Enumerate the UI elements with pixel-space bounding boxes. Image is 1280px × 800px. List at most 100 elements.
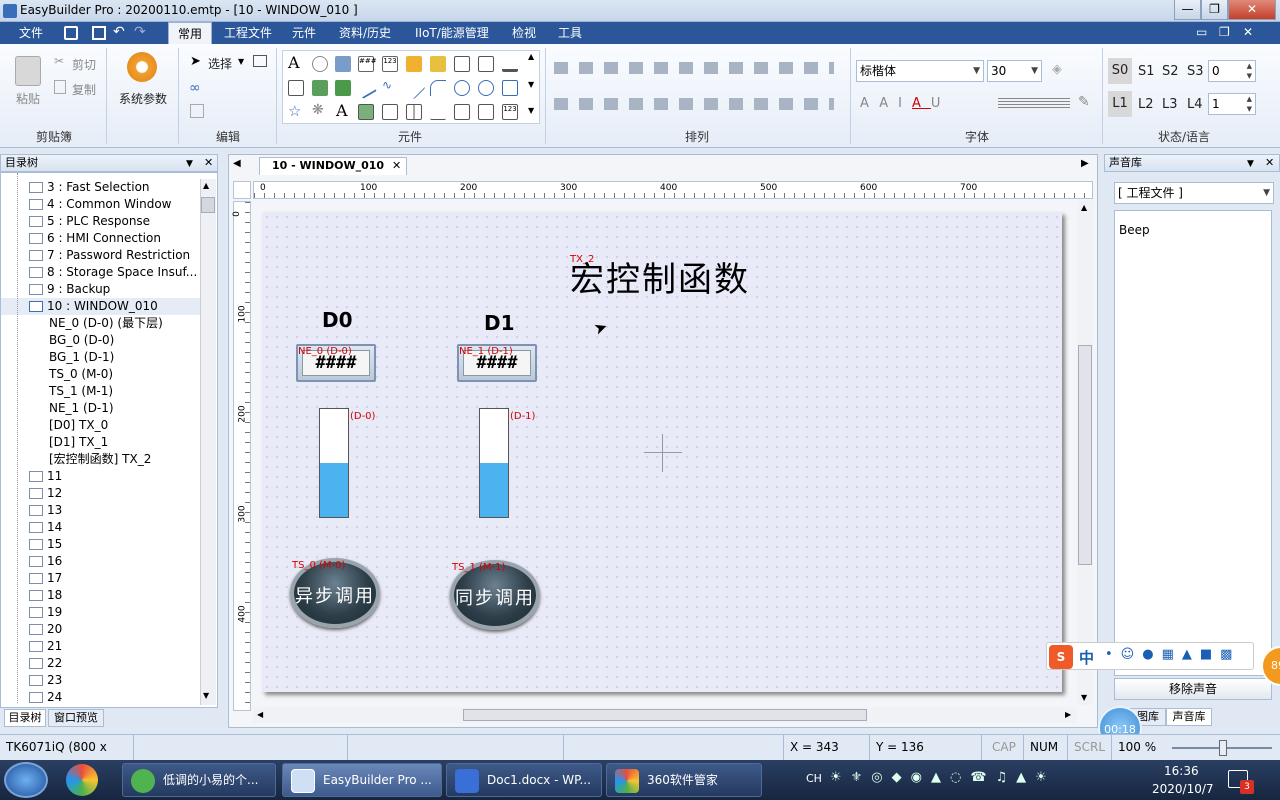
hmi-canvas[interactable]: TX_2 宏控制函数 D0 D1 #### NE_0 (D-0) #### NE… — [262, 212, 1062, 692]
tree-item[interactable]: 10 : WINDOW_010 — [1, 298, 201, 315]
sparkle-icon[interactable]: ❋ — [312, 102, 324, 118]
system-parameters-icon[interactable] — [127, 52, 157, 82]
undo-icon[interactable]: ↶ — [113, 24, 125, 40]
tree-scroll-thumb[interactable] — [201, 197, 215, 213]
frame-icon[interactable] — [382, 104, 398, 120]
state-s3[interactable]: S3 — [1187, 64, 1204, 79]
remove-sound-button[interactable]: 移除声音 — [1114, 678, 1272, 700]
tree-scrollbar[interactable] — [200, 179, 216, 705]
macro-title-text[interactable]: 宏控制函数 — [570, 252, 750, 301]
toggle-switch-icon[interactable] — [335, 56, 351, 72]
tree-item[interactable]: 11 — [1, 468, 201, 485]
tray-icons[interactable]: ☀⚜◎◆◉▲◌☎♫▲☀ — [830, 770, 1130, 790]
cut-icon[interactable]: ✂ — [54, 54, 64, 68]
maximize-button[interactable]: ❐ — [1201, 0, 1228, 20]
clock-time[interactable]: 16:36 — [1164, 764, 1199, 778]
minimize-button[interactable]: — — [1174, 0, 1201, 20]
sound-source-select[interactable]: [ 工程文件 ] ▼ — [1114, 182, 1274, 204]
paste-icon[interactable] — [15, 56, 41, 86]
taskbar-item-chat[interactable]: 低调的小易的个... — [122, 763, 276, 797]
close-icon[interactable]: ✕ — [204, 155, 213, 171]
close-icon[interactable]: ✕ — [1265, 155, 1274, 171]
scroll-down-icon[interactable]: ▼ — [1081, 693, 1087, 702]
item-list-icon[interactable] — [430, 56, 446, 72]
numeric-input-icon[interactable]: 123 — [382, 56, 398, 72]
taskbar-item-360[interactable]: 360软件管家 — [606, 763, 762, 797]
tree-item[interactable]: BG_0 (D-0) — [1, 332, 201, 349]
tree-item[interactable]: BG_1 (D-1) — [1, 349, 201, 366]
window-icon[interactable] — [253, 55, 267, 67]
duplicate-icon[interactable] — [190, 104, 204, 118]
select-label[interactable]: 选择 — [208, 55, 232, 72]
clock-date[interactable]: 2020/10/7 — [1152, 782, 1214, 796]
doc-close-icon[interactable]: ✕ — [1243, 25, 1253, 39]
picture-icon[interactable] — [358, 104, 374, 120]
gallery-down-icon[interactable]: ▼ — [528, 80, 534, 89]
keypad-icon[interactable] — [454, 104, 470, 120]
spin-icon[interactable]: ▲ ▼ — [1247, 94, 1252, 114]
tree-item[interactable]: 20 — [1, 621, 201, 638]
ime-mode[interactable]: 中 — [1079, 647, 1094, 668]
paste-label[interactable]: 粘贴 — [16, 90, 40, 107]
bulb-icon[interactable] — [312, 56, 328, 72]
tree-item[interactable]: 5 : PLC Response — [1, 213, 201, 230]
numeric-object-icon[interactable] — [478, 104, 494, 120]
ime-toolbar[interactable]: S 中 •☺●▦▲■▩ — [1046, 642, 1254, 670]
tree-item[interactable]: 18 — [1, 587, 201, 604]
tree-item[interactable]: 8 : Storage Space Insuf... — [1, 264, 201, 281]
tree-item[interactable]: 22 — [1, 655, 201, 672]
tree-item[interactable]: 16 — [1, 553, 201, 570]
menu-iiot[interactable]: IIoT/能源管理 — [406, 22, 498, 44]
save-icon[interactable] — [64, 26, 78, 40]
tab-scroll-left-icon[interactable]: ◀ — [233, 158, 241, 169]
polyline-icon[interactable]: ∿ — [382, 78, 392, 92]
start-button[interactable] — [4, 762, 48, 798]
copy-label[interactable]: 复制 — [72, 81, 96, 98]
font-family-select[interactable]: 标楷体 ▼ — [856, 60, 984, 82]
tree-item[interactable]: 12 — [1, 485, 201, 502]
gallery-more-icon[interactable]: ▼ — [528, 106, 534, 115]
menu-data-history[interactable]: 资料/历史 — [330, 22, 400, 44]
editor-hscroll-thumb[interactable] — [463, 709, 867, 721]
spin-icon[interactable]: ▲ ▼ — [1247, 61, 1252, 81]
state-s0[interactable]: S0 — [1108, 58, 1132, 84]
state-spinner[interactable]: 0 ▲ ▼ — [1208, 60, 1256, 82]
language-l4[interactable]: L4 — [1187, 97, 1203, 112]
circle-icon[interactable] — [454, 80, 470, 96]
tree-tab-directory[interactable]: 目录树 — [4, 709, 46, 727]
notification-count[interactable]: 3 — [1240, 780, 1254, 794]
slider-icon[interactable] — [502, 56, 518, 72]
function-key-icon[interactable] — [406, 56, 422, 72]
scroll-up-icon[interactable]: ▲ — [1081, 203, 1087, 212]
pointer-icon[interactable]: ➤ — [190, 54, 201, 69]
sound-item[interactable]: Beep — [1119, 223, 1150, 237]
tree-item[interactable]: TS_1 (M-1) — [1, 383, 201, 400]
static-text-icon[interactable]: A — [336, 101, 348, 120]
tree-item[interactable]: 19 — [1, 604, 201, 621]
copy-icon[interactable] — [54, 80, 66, 94]
language-l3[interactable]: L3 — [1162, 97, 1178, 112]
link-icon[interactable]: ∞ — [189, 80, 201, 96]
menu-tools[interactable]: 工具 — [549, 22, 591, 44]
select-dropdown-icon[interactable]: ▼ — [238, 57, 244, 66]
language-spinner[interactable]: 1 ▲ ▼ — [1208, 93, 1256, 115]
tree-item[interactable]: NE_1 (D-1) — [1, 400, 201, 417]
language-l1[interactable]: L1 — [1108, 91, 1132, 117]
bar-graph-icon[interactable] — [335, 80, 351, 96]
d0-label[interactable]: D0 — [322, 308, 353, 332]
pie-icon[interactable] — [478, 80, 494, 96]
combo-icon[interactable] — [478, 56, 494, 72]
scroll-up-icon[interactable]: ▲ — [203, 181, 209, 190]
taskbar-item-easybuilder[interactable]: EasyBuilder Pro ... — [282, 763, 442, 797]
table-icon[interactable] — [406, 104, 422, 120]
scroll-down-icon[interactable]: ▼ — [203, 691, 209, 700]
scroll-left-icon[interactable]: ◀ — [257, 710, 263, 719]
dropdown-icon[interactable]: ▼ — [1247, 156, 1254, 172]
tree-item[interactable]: [宏控制函数] TX_2 — [1, 451, 201, 468]
tab-scroll-right-icon[interactable]: ▶ — [1081, 158, 1089, 169]
tree-item[interactable]: 6 : HMI Connection — [1, 230, 201, 247]
menu-elements[interactable]: 元件 — [283, 22, 325, 44]
format-painter-icon[interactable]: ✎ — [1078, 94, 1090, 110]
tree-item[interactable]: 17 — [1, 570, 201, 587]
ribbon-minimize-icon[interactable]: ▭ — [1196, 25, 1207, 39]
